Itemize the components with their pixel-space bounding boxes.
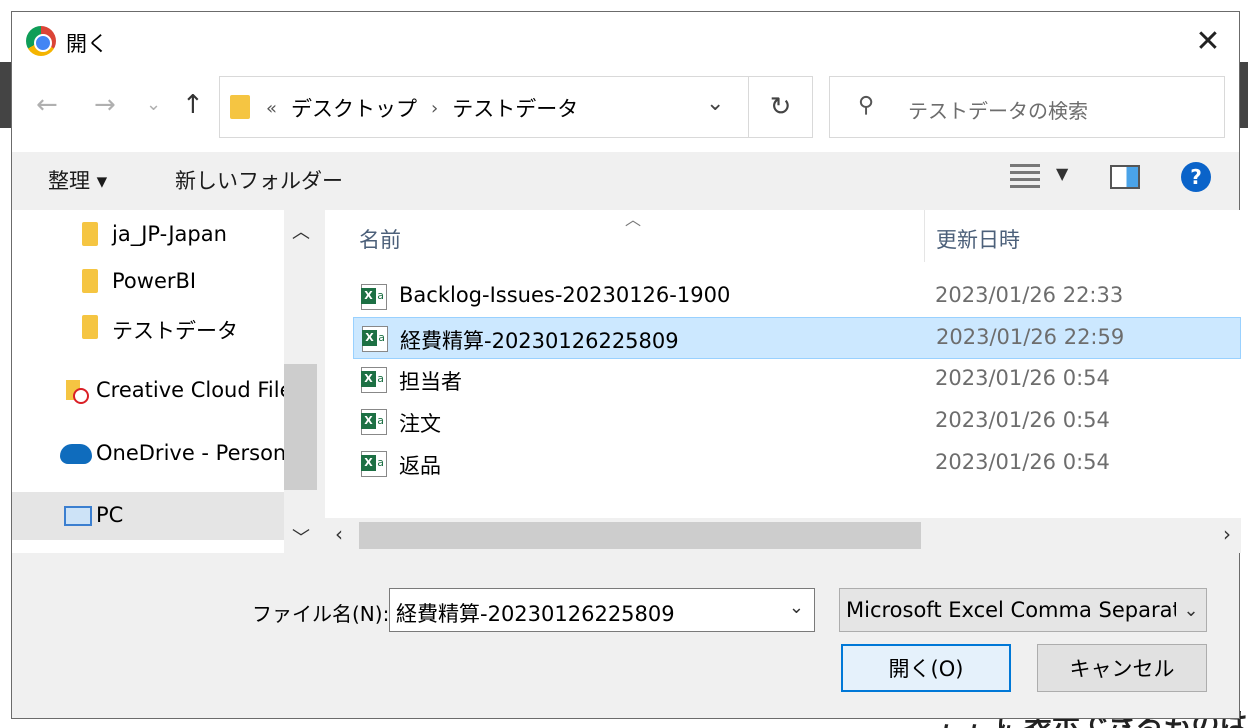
- excel-file-icon: [361, 284, 387, 310]
- scroll-thumb[interactable]: [284, 364, 317, 490]
- file-date: 2023/01/26 0:54: [935, 450, 1110, 474]
- preview-pane-icon[interactable]: [1110, 165, 1140, 189]
- tree-item-ja-jp[interactable]: ja_JP-Japan: [112, 222, 227, 246]
- file-date: 2023/01/26 0:54: [935, 366, 1110, 390]
- file-row[interactable]: 注文 2023/01/26 0:54: [353, 401, 1241, 443]
- file-name: 担当者: [399, 370, 462, 394]
- view-options-icon[interactable]: [1010, 162, 1040, 190]
- file-list-scrollbar[interactable]: ‹ ›: [325, 518, 1241, 553]
- sort-ascending-icon: ︿: [625, 210, 642, 229]
- file-date: 2023/01/26 22:33: [935, 283, 1124, 307]
- scroll-right-button[interactable]: ›: [1223, 522, 1231, 546]
- excel-file-icon: [361, 367, 387, 393]
- column-header-date[interactable]: 更新日時: [936, 224, 1020, 254]
- excel-file-icon: [361, 451, 387, 477]
- scroll-up-button[interactable]: ︿: [292, 218, 310, 244]
- back-button[interactable]: ←: [36, 90, 58, 120]
- filetype-select[interactable]: Microsoft Excel Comma Separated ⌄: [839, 588, 1207, 632]
- breadcrumb: « デスクトップ › テストデータ: [266, 93, 578, 123]
- file-name: 返品: [399, 454, 441, 478]
- column-divider[interactable]: [924, 210, 925, 262]
- view-dropdown-button[interactable]: ▼: [1056, 164, 1068, 183]
- filename-value: 経費精算-20230126225809: [396, 602, 675, 626]
- organize-button[interactable]: 整理 ▾: [48, 165, 107, 195]
- breadcrumb-testdata[interactable]: テストデータ: [452, 93, 578, 123]
- search-icon: ⚲: [858, 93, 875, 118]
- filename-label: ファイル名(N):: [252, 602, 390, 626]
- file-row[interactable]: 担当者 2023/01/26 0:54: [353, 359, 1241, 401]
- file-row-selected[interactable]: 経費精算-20230126225809 2023/01/26 22:59: [353, 317, 1241, 359]
- refresh-button[interactable]: ↻: [748, 77, 812, 137]
- tree-item-onedrive[interactable]: OneDrive - Personal: [96, 441, 305, 465]
- column-header-name[interactable]: 名前: [359, 224, 401, 254]
- file-name: 経費精算-20230126225809: [400, 329, 679, 353]
- up-button[interactable]: ↑: [182, 90, 204, 120]
- background-window-edge-right: [1240, 62, 1248, 128]
- file-row[interactable]: Backlog-Issues-20230126-1900 2023/01/26 …: [353, 276, 1241, 318]
- close-button[interactable]: ✕: [1177, 12, 1239, 70]
- forward-button[interactable]: →: [94, 90, 116, 120]
- open-button[interactable]: 開く(O): [841, 644, 1011, 692]
- folder-icon: [82, 315, 98, 339]
- file-row[interactable]: 返品 2023/01/26 0:54: [353, 443, 1241, 485]
- open-file-dialog: 開く ✕ ← → ⌄ ↑ « デスクトップ › テストデータ ⌄ ↻ ⚲ テスト…: [11, 11, 1241, 719]
- creative-cloud-icon: [66, 380, 89, 404]
- excel-file-icon: [362, 326, 388, 352]
- nav-scrollbar[interactable]: ︿ ﹀: [284, 210, 317, 553]
- file-date: 2023/01/26 0:54: [935, 408, 1110, 432]
- navigation-pane: ja_JP-Japan PowerBI テストデータ Creative Clou…: [12, 210, 317, 553]
- breadcrumb-overflow[interactable]: «: [266, 98, 277, 119]
- file-name: 注文: [399, 412, 441, 436]
- address-dropdown-button[interactable]: ⌄: [706, 91, 724, 116]
- tree-item-testdata[interactable]: テストデータ: [112, 315, 238, 345]
- dialog-title: 開く: [66, 32, 108, 56]
- filetype-value: Microsoft Excel Comma Separated: [846, 598, 1207, 622]
- search-placeholder: テストデータの検索: [908, 99, 1088, 123]
- tree-selection-highlight: [12, 492, 284, 540]
- folder-icon: [82, 222, 98, 246]
- recent-locations-button[interactable]: ⌄: [146, 94, 161, 115]
- file-name: Backlog-Issues-20230126-1900: [399, 283, 731, 307]
- excel-file-icon: [361, 409, 387, 435]
- chrome-icon: [26, 26, 56, 56]
- search-box[interactable]: ⚲ テストデータの検索: [829, 76, 1225, 138]
- chevron-down-icon[interactable]: ⌄: [1176, 589, 1206, 631]
- tree-item-creative-cloud[interactable]: Creative Cloud Files: [96, 378, 303, 402]
- file-list: ︿ 名前 更新日時 Backlog-Issues-20230126-1900 2…: [325, 210, 1241, 553]
- folder-icon: [82, 269, 98, 293]
- cancel-button[interactable]: キャンセル: [1037, 644, 1207, 692]
- tree-item-pc[interactable]: PC: [96, 503, 123, 527]
- scroll-left-button[interactable]: ‹: [335, 522, 343, 546]
- pc-icon: [64, 506, 92, 526]
- onedrive-icon: [60, 444, 92, 464]
- filename-input[interactable]: 経費精算-20230126225809 ⌄: [389, 588, 815, 632]
- new-folder-button[interactable]: 新しいフォルダー: [175, 165, 343, 195]
- chevron-down-icon[interactable]: ⌄: [789, 597, 804, 618]
- file-date: 2023/01/26 22:59: [936, 325, 1125, 349]
- scroll-down-button[interactable]: ﹀: [292, 524, 310, 550]
- folder-icon: [230, 95, 250, 119]
- chevron-right-icon[interactable]: ›: [431, 98, 438, 119]
- help-icon[interactable]: ?: [1181, 162, 1211, 192]
- title-bar: 開く ✕: [12, 12, 1239, 70]
- tree-item-powerbi[interactable]: PowerBI: [112, 269, 196, 293]
- address-bar[interactable]: « デスクトップ › テストデータ ⌄ ↻: [219, 76, 813, 138]
- breadcrumb-desktop[interactable]: デスクトップ: [291, 93, 417, 123]
- scroll-thumb[interactable]: [359, 522, 921, 549]
